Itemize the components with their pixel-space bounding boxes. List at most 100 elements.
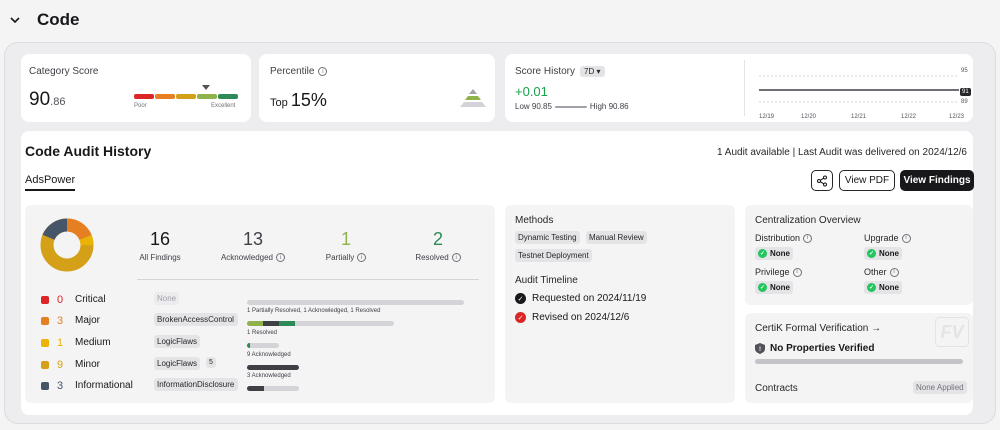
info-icon[interactable]: i	[792, 267, 802, 277]
check-icon: ✓	[867, 283, 876, 292]
label-text: Upgrade	[864, 233, 899, 243]
status-badge: ✓ None	[755, 247, 793, 260]
findings-panel: 16 All Findings 13 Acknowledged i 1 Parti…	[25, 205, 495, 403]
info-icon[interactable]: i	[451, 253, 461, 262]
check-icon: ✓	[867, 249, 876, 258]
method-chip: Testnet Deployment	[515, 249, 592, 262]
severity-name: Critical	[75, 294, 106, 305]
severity-color	[41, 339, 49, 347]
severity-count: 3	[57, 380, 64, 392]
info-icon[interactable]: i	[889, 267, 899, 277]
severity-progress	[247, 386, 299, 391]
timeline-title: Audit Timeline	[515, 275, 578, 286]
view-pdf-button[interactable]: View PDF	[839, 170, 895, 191]
severity-color	[41, 382, 49, 390]
x-tick: 12/19	[759, 114, 775, 120]
info-icon[interactable]: i	[276, 253, 286, 262]
shield-icon: !	[755, 343, 765, 354]
severity-name: Minor	[75, 359, 101, 370]
info-icon[interactable]: i	[901, 233, 911, 243]
contracts-label: Contracts	[755, 383, 798, 394]
stat-value: 1	[340, 229, 351, 249]
finding-tag: None	[154, 292, 180, 305]
severity-row-major[interactable]: 3 Major BrokenAccessControl 1 Partially …	[41, 308, 481, 332]
badge-text: None	[879, 249, 899, 258]
timeline-text: Requested on 2024/11/19	[532, 293, 647, 304]
x-tick: 12/20	[801, 114, 817, 120]
contracts-badge: None Applied	[913, 381, 967, 394]
fv-watermark: FV	[935, 317, 969, 347]
y-tick: 95	[961, 68, 968, 74]
collapse-button[interactable]	[3, 8, 27, 32]
poor-label: Poor	[134, 103, 147, 109]
stat-all-findings: 16 All Findings	[120, 229, 200, 262]
severity-color	[41, 296, 49, 304]
range-line	[554, 105, 587, 108]
x-tick: 12/22	[901, 114, 917, 120]
audit-summary: 1 Audit available | Last Audit was deliv…	[717, 147, 967, 158]
centralization-label: Other i	[864, 267, 899, 277]
severity-count: 0	[57, 294, 64, 306]
info-icon[interactable]: i	[803, 233, 813, 243]
percentile-value: Top 15%	[270, 90, 327, 111]
period-value: 7D	[584, 67, 595, 76]
score-history-label: Score History	[515, 66, 576, 77]
stat-value: 13	[242, 229, 264, 249]
verification-bar	[755, 359, 963, 364]
timeline-item: ✓ Requested on 2024/11/19	[515, 293, 646, 304]
verification-status: ! No Properties Verified	[755, 343, 874, 354]
severity-count: 1	[57, 337, 64, 349]
stat-partially: 1 Partially i	[306, 229, 386, 262]
methods-title: Methods	[515, 215, 554, 226]
tab-project[interactable]: AdsPower	[25, 174, 76, 191]
current-score-badge: 91	[960, 88, 971, 96]
severity-progress	[247, 321, 394, 326]
section-title: Code	[37, 10, 80, 29]
more-tags-badge[interactable]: 5	[206, 357, 216, 368]
score-marker	[202, 85, 210, 90]
period-select[interactable]: 7D ▾	[580, 66, 605, 77]
stat-label-text: Resolved	[415, 253, 449, 262]
info-icon[interactable]: i	[318, 67, 328, 76]
method-chip: Manual Review	[586, 231, 647, 244]
score-scale-segment	[218, 94, 238, 99]
severity-status: 9 Acknowledged	[247, 352, 291, 358]
badge-text: None	[770, 249, 790, 258]
severity-name: Medium	[75, 337, 111, 348]
score-scale-segment	[155, 94, 175, 99]
info-icon[interactable]: i	[357, 253, 367, 262]
check-icon: ✓	[515, 312, 526, 323]
view-findings-button[interactable]: View Findings	[900, 170, 974, 191]
centralization-panel: Centralization Overview Distribution i ✓ N…	[745, 205, 973, 305]
y-tick: 89	[961, 99, 968, 105]
severity-count: 3	[57, 315, 64, 327]
centralization-label: Upgrade i	[864, 233, 911, 243]
severity-progress	[247, 300, 464, 305]
centralization-label: Privilege i	[755, 267, 802, 277]
timeline-item: ✓ Revised on 2024/12/6	[515, 312, 629, 323]
centralization-title: Centralization Overview	[755, 215, 861, 226]
finding-tag: InformationDisclosure	[154, 378, 238, 391]
severity-name: Major	[75, 315, 101, 326]
excellent-label: Excellent	[211, 103, 236, 109]
status-badge: ✓ None	[755, 281, 793, 294]
score-int: 90	[29, 89, 51, 110]
x-tick: 12/23	[949, 114, 965, 120]
verification-status-text: No Properties Verified	[770, 343, 875, 354]
share-button[interactable]	[811, 170, 833, 191]
check-icon: ✓	[758, 283, 767, 292]
share-icon	[817, 175, 827, 186]
severity-row-medium[interactable]: 1 Medium LogicFlaws 1 Resolved	[41, 330, 481, 354]
stat-acknowledged: 13 Acknowledged i	[213, 229, 293, 262]
formal-verification-link[interactable]: CertiK Formal Verification →	[755, 323, 881, 334]
stat-label-text: All Findings	[139, 253, 181, 262]
check-icon: ✓	[758, 249, 767, 258]
severity-count: 9	[57, 359, 64, 371]
severity-color	[41, 361, 49, 369]
status-badge: ✓ None	[864, 247, 902, 260]
score-range: Low 90.85 High 90.86	[515, 102, 629, 111]
score-scale-segment	[176, 94, 196, 99]
chevron-down-icon: ▾	[596, 67, 601, 76]
severity-row-informational[interactable]: 3 Informational InformationDisclosure 3 …	[41, 373, 481, 397]
severity-progress	[247, 343, 279, 348]
